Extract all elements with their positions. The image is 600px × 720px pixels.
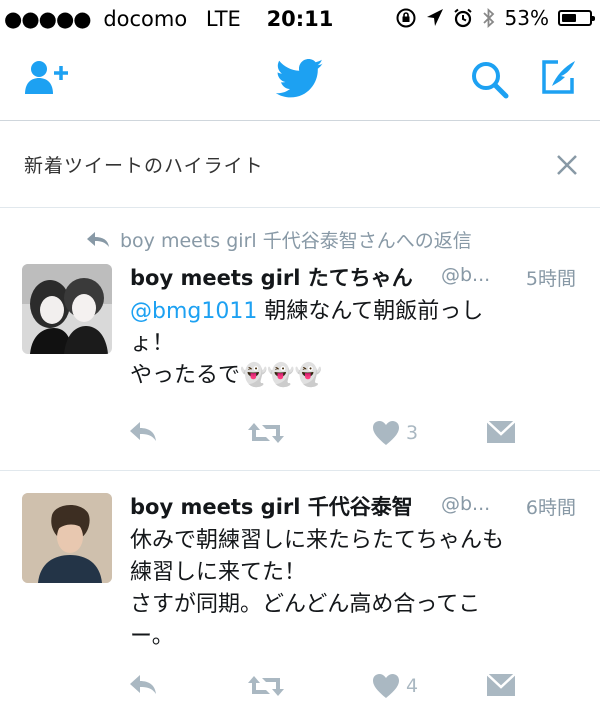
tweet-actions: 3 — [128, 420, 528, 454]
tweet-text-line: やったるで👻👻👻 — [130, 363, 323, 388]
like-button[interactable]: 3 — [372, 420, 418, 446]
battery-percent: 53% — [504, 6, 549, 30]
highlight-banner: 新着ツイートのハイライト — [0, 121, 600, 208]
tweet-text-line: ょ！ — [130, 331, 175, 356]
twitter-bird-icon[interactable] — [276, 58, 324, 100]
heart-icon — [373, 674, 399, 698]
avatar-photo — [22, 264, 112, 354]
reply-context: boy meets girl 千代谷泰智さんへの返信 — [86, 226, 472, 253]
tweet-item[interactable]: boy meets girl 千代谷泰智さんへの返信 boy meets gir… — [0, 208, 600, 470]
search-icon[interactable] — [470, 60, 510, 100]
battery-level — [562, 14, 576, 22]
compose-icon[interactable] — [538, 58, 578, 98]
retweet-icon — [248, 423, 284, 443]
avatar[interactable] — [22, 493, 112, 583]
retweet-button[interactable] — [246, 420, 286, 446]
dm-button[interactable] — [486, 420, 516, 444]
tweet-text: @bmg1011 朝練なんて朝飯前っし ょ！ やったるで👻👻👻 — [130, 296, 580, 392]
reply-button[interactable] — [128, 673, 158, 697]
tweet-item[interactable]: boy meets girl 千代谷泰智 @b... 6時間 休みで朝練習しに来… — [0, 471, 600, 720]
reply-icon — [130, 422, 156, 441]
location-arrow-icon — [426, 9, 443, 26]
tweet-time: 6時間 — [525, 497, 576, 519]
retweet-button[interactable] — [246, 673, 286, 699]
tweet-text: 休みで朝練習しに来たらたてちゃんも 練習しに来てた！ さすが同期。どんどん高め合… — [130, 525, 580, 653]
close-icon[interactable] — [556, 154, 578, 176]
nav-bar — [0, 40, 600, 121]
avatar-photo — [22, 493, 112, 583]
status-bar: ●●●●● docomo LTE 20:11 53% — [0, 0, 600, 40]
like-count: 4 — [406, 675, 419, 697]
dm-button[interactable] — [486, 673, 516, 697]
reply-button[interactable] — [128, 420, 158, 444]
reply-context-text: boy meets girl 千代谷泰智さんへの返信 — [120, 230, 472, 252]
tweet-text-line: 練習しに来てた！ — [130, 560, 307, 585]
tweet-text-line: 休みで朝練習しに来たらたてちゃんも — [130, 528, 505, 553]
avatar[interactable] — [22, 264, 112, 354]
tweet-actions: 4 — [128, 673, 528, 707]
reply-icon — [130, 675, 156, 694]
tweet-text-line: ー。 — [130, 624, 174, 649]
tweet-header: boy meets girl 千代谷泰智 @b... 6時間 — [130, 491, 576, 525]
like-button[interactable]: 4 — [372, 673, 418, 699]
heart-icon — [373, 421, 399, 445]
like-count: 3 — [406, 422, 419, 444]
username[interactable]: @b... — [441, 264, 490, 286]
display-name[interactable]: boy meets girl 千代谷泰智 — [130, 491, 413, 521]
envelope-icon — [486, 673, 516, 696]
add-user-icon[interactable] — [24, 58, 72, 98]
username[interactable]: @b... — [441, 493, 490, 515]
retweet-icon — [248, 676, 284, 696]
tweet-text-line: 朝練なんて朝飯前っし — [257, 299, 484, 324]
status-right: 53% — [395, 6, 595, 30]
mention-link[interactable]: @bmg1011 — [130, 299, 257, 324]
orientation-lock-icon — [396, 8, 416, 28]
tweet-time: 5時間 — [525, 268, 576, 290]
tweet-text-line: さすが同期。どんどん高め合ってこ — [130, 592, 481, 617]
tweet-header: boy meets girl たてちゃん @b... 5時間 — [130, 262, 576, 296]
bluetooth-icon — [482, 7, 494, 29]
display-name[interactable]: boy meets girl たてちゃん — [130, 262, 413, 292]
alarm-icon — [453, 8, 472, 28]
banner-title: 新着ツイートのハイライト — [24, 155, 264, 177]
battery-icon — [558, 10, 595, 26]
envelope-icon — [486, 420, 516, 443]
reply-arrow-icon — [87, 231, 109, 247]
